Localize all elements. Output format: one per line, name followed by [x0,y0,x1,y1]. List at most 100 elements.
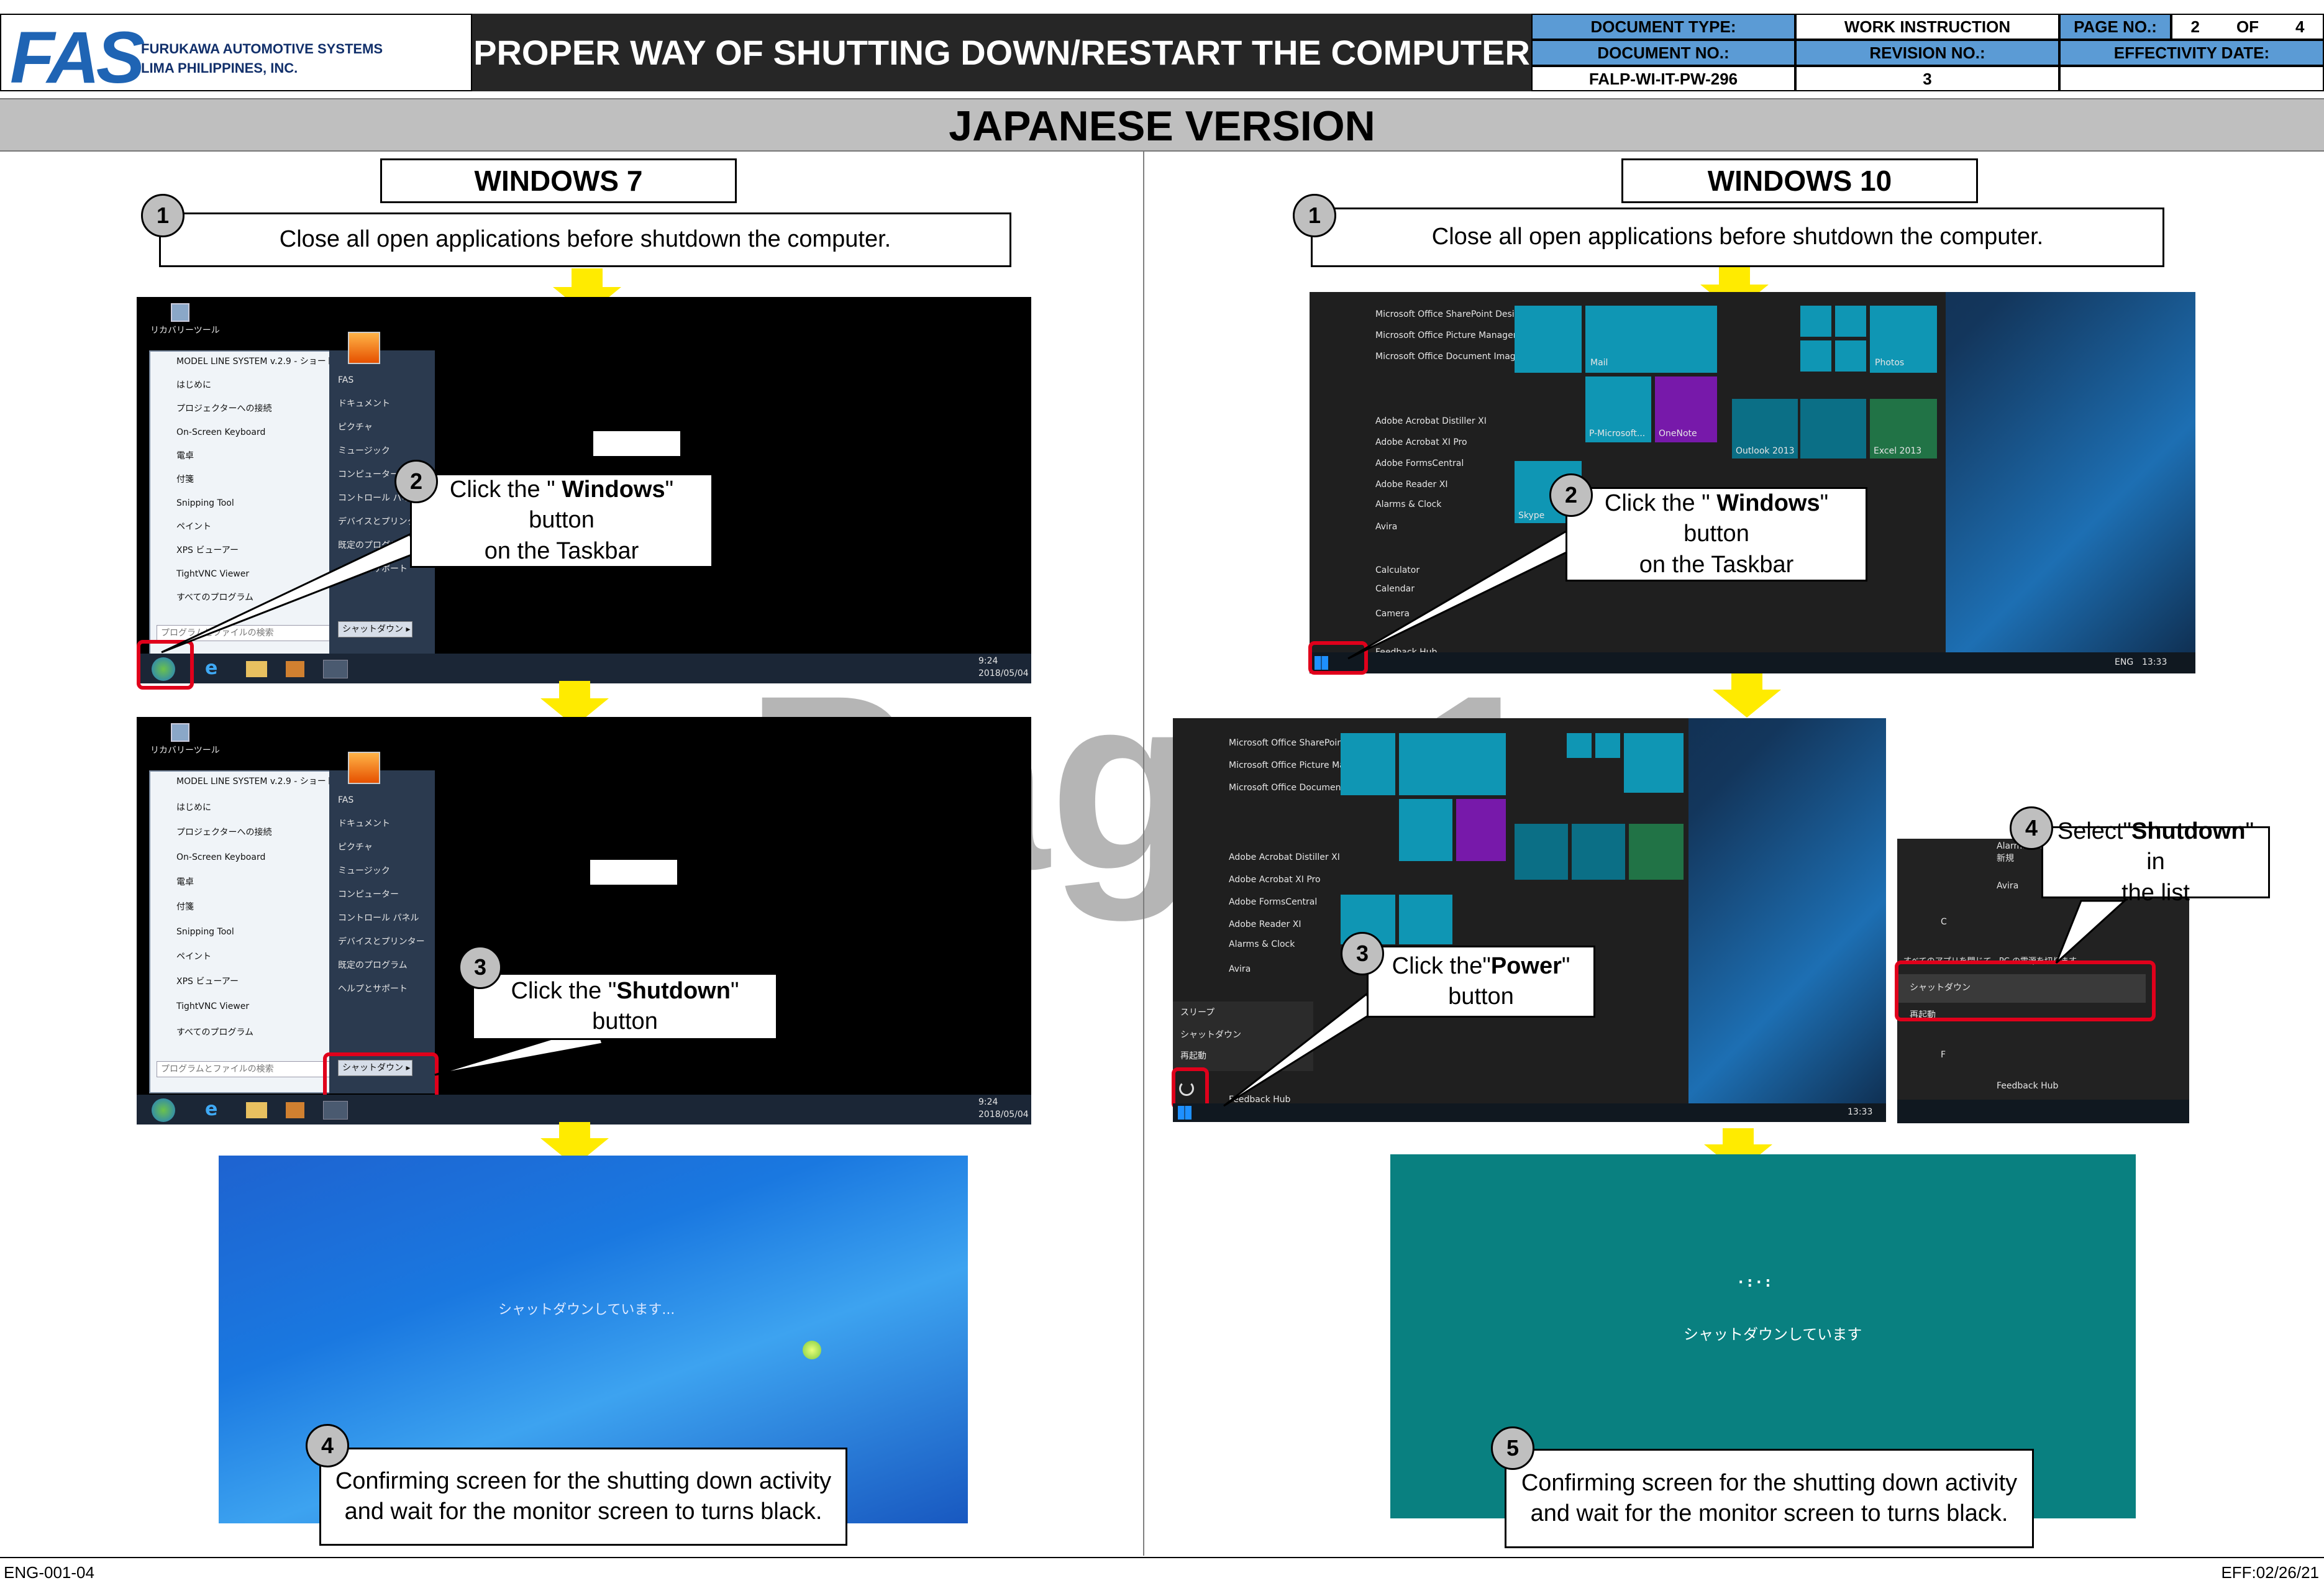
remote-desktop-tile[interactable] [1800,399,1866,458]
win10-step4-callout: Select"Shutdown" in the list [2041,818,2270,906]
restart-option[interactable]: 再起動 [1180,1051,1206,1062]
right-menu-item[interactable]: ピクチャ [338,842,373,853]
win10-step3-text: " [1561,952,1570,979]
taskbar-clock-time: 9:24 [978,1097,998,1107]
microsoft-tile[interactable] [1399,799,1452,861]
small-tile[interactable] [1835,306,1866,337]
app-list-item[interactable]: Adobe Acrobat Distiller XI [1375,416,1487,427]
app-icon[interactable] [323,1101,348,1120]
app-list-item[interactable]: Adobe Acrobat Distiller XI [1229,852,1340,863]
menu-item[interactable]: TightVNC Viewer [176,1001,249,1012]
right-menu-item[interactable]: コントロール パネル [338,913,419,924]
app-list-item[interactable]: Alarms & Clock [1375,500,1441,510]
win7-step1-box: Close all open applications before shutd… [159,212,1011,267]
footer-effectivity: EFF:02/26/21 [2221,1563,2319,1582]
right-menu-item[interactable]: ミュージック [338,866,390,877]
small-tile[interactable] [1800,340,1831,372]
internet-explorer-icon[interactable]: e [205,1100,226,1120]
right-menu-item[interactable]: デバイスとプリンター [338,937,425,947]
folder-icon[interactable] [246,1102,267,1118]
app-list-item[interactable]: Microsoft Office SharePoint Desig... [1375,309,1528,320]
menu-item[interactable]: ペイント [176,952,211,962]
app-list-item[interactable]: Microsoft Office Document Imagi... [1375,352,1526,362]
right-menu-item[interactable]: ヘルプとサポート [338,984,408,995]
calendar-tile[interactable] [1341,733,1395,795]
small-tile[interactable] [1567,733,1592,758]
windows-start-icon[interactable] [152,1098,175,1122]
onenote-tile[interactable] [1456,799,1506,861]
excel-tile[interactable] [1629,824,1684,880]
photos-tile[interactable]: Photos [1870,306,1937,373]
menu-item[interactable]: 付箋 [176,902,194,913]
menu-item[interactable]: On-Screen Keyboard [176,852,265,863]
media-player-icon[interactable] [286,661,304,677]
list-item[interactable]: Feedback Hub [1997,1081,2058,1092]
right-menu-item[interactable]: ミュージック [338,446,390,457]
menu-item[interactable]: On-Screen Keyboard [176,427,265,438]
tile-label: OneNote [1659,429,1697,439]
app-list-item[interactable]: Alarms & Clock [1229,939,1295,950]
win7-search-input[interactable]: プログラムとファイルの検索 [157,1061,330,1077]
small-tile[interactable] [1835,340,1866,372]
recovery-tool-icon [171,303,189,322]
outlook-tile[interactable]: Outlook 2013 [1732,399,1798,458]
onenote-tile[interactable]: OneNote [1655,376,1717,442]
win7-step4-callout: Confirming screen for the shutting down … [319,1448,847,1546]
menu-item[interactable]: 電卓 [176,451,194,462]
outlook-tile[interactable] [1515,824,1568,880]
right-menu-item[interactable]: コンピューター [338,470,399,480]
list-item[interactable]: Avira [1997,881,2018,892]
windows-start-icon[interactable] [1178,1106,1192,1120]
menu-item[interactable]: はじめに [176,803,211,813]
company-name: FURUKAWA AUTOMOTIVE SYSTEMS LIMA PHILIPP… [141,40,383,78]
all-programs-item[interactable]: すべてのプログラム [176,1028,253,1038]
excel-tile[interactable]: Excel 2013 [1870,399,1937,458]
menu-item[interactable]: プロジェクターへの接続 [176,404,271,414]
right-menu-item[interactable]: コンピューター [338,890,399,900]
page-number-total: 4 [2295,17,2305,36]
right-menu-item[interactable]: ピクチャ [338,422,373,433]
calendar-tile[interactable] [1515,306,1582,373]
menu-item[interactable]: Snipping Tool [176,927,234,937]
small-tile[interactable] [1595,733,1620,758]
internet-explorer-icon[interactable]: e [205,659,226,678]
sleep-option[interactable]: スリープ [1180,1008,1214,1018]
media-player-icon[interactable] [286,1102,304,1118]
small-tile[interactable] [1800,306,1831,337]
win7-step4-line1: Confirming screen for the shutting down … [335,1467,832,1494]
redacted-box [593,431,680,456]
mail-tile[interactable]: Mail [1585,306,1717,373]
folder-icon[interactable] [246,661,267,677]
app-icon[interactable] [323,660,348,678]
menu-item[interactable]: 付箋 [176,475,194,485]
app-list-item[interactable]: Adobe Reader XI [1375,480,1447,490]
right-menu-item[interactable]: FAS [338,795,353,806]
app-list-item[interactable]: Microsoft Office Picture Manager [1375,331,1516,341]
company-name-line1: FURUKAWA AUTOMOTIVE SYSTEMS [141,41,383,57]
app-list-item[interactable]: Adobe Reader XI [1229,919,1301,930]
menu-item[interactable]: Snipping Tool [176,498,234,509]
menu-item[interactable]: XPS ビューアー [176,977,239,987]
tile-label: P-Microsoft... [1589,429,1646,439]
page-no-label: PAGE NO.: [2059,14,2171,40]
right-menu-item[interactable]: FAS [338,375,353,386]
photos-tile[interactable] [1624,733,1684,793]
menu-item[interactable]: はじめに [176,380,211,391]
ie-tile[interactable] [1399,895,1452,944]
right-menu-item[interactable]: ドキュメント [338,819,390,829]
app-list-item[interactable]: Adobe FormsCentral [1375,458,1464,469]
microsoft-tile[interactable]: P-Microsoft... [1585,376,1651,442]
remote-desktop-tile[interactable] [1572,824,1625,880]
right-menu-item[interactable]: ドキュメント [338,399,390,409]
menu-item[interactable]: 電卓 [176,877,194,888]
mail-tile[interactable] [1399,733,1506,795]
app-list-item[interactable]: Avira [1229,964,1251,975]
recovery-tool-icon [171,723,189,742]
app-list-item[interactable]: Adobe FormsCentral [1229,897,1317,908]
menu-item[interactable]: プロジェクターへの接続 [176,828,271,838]
tile-label: Excel 2013 [1874,446,1922,456]
app-list-item[interactable]: Adobe Acrobat XI Pro [1375,437,1467,448]
app-list-item[interactable]: Adobe Acrobat XI Pro [1229,875,1321,885]
right-menu-item[interactable]: 既定のプログラム [338,960,408,971]
tile-label: Mail [1590,358,1608,368]
